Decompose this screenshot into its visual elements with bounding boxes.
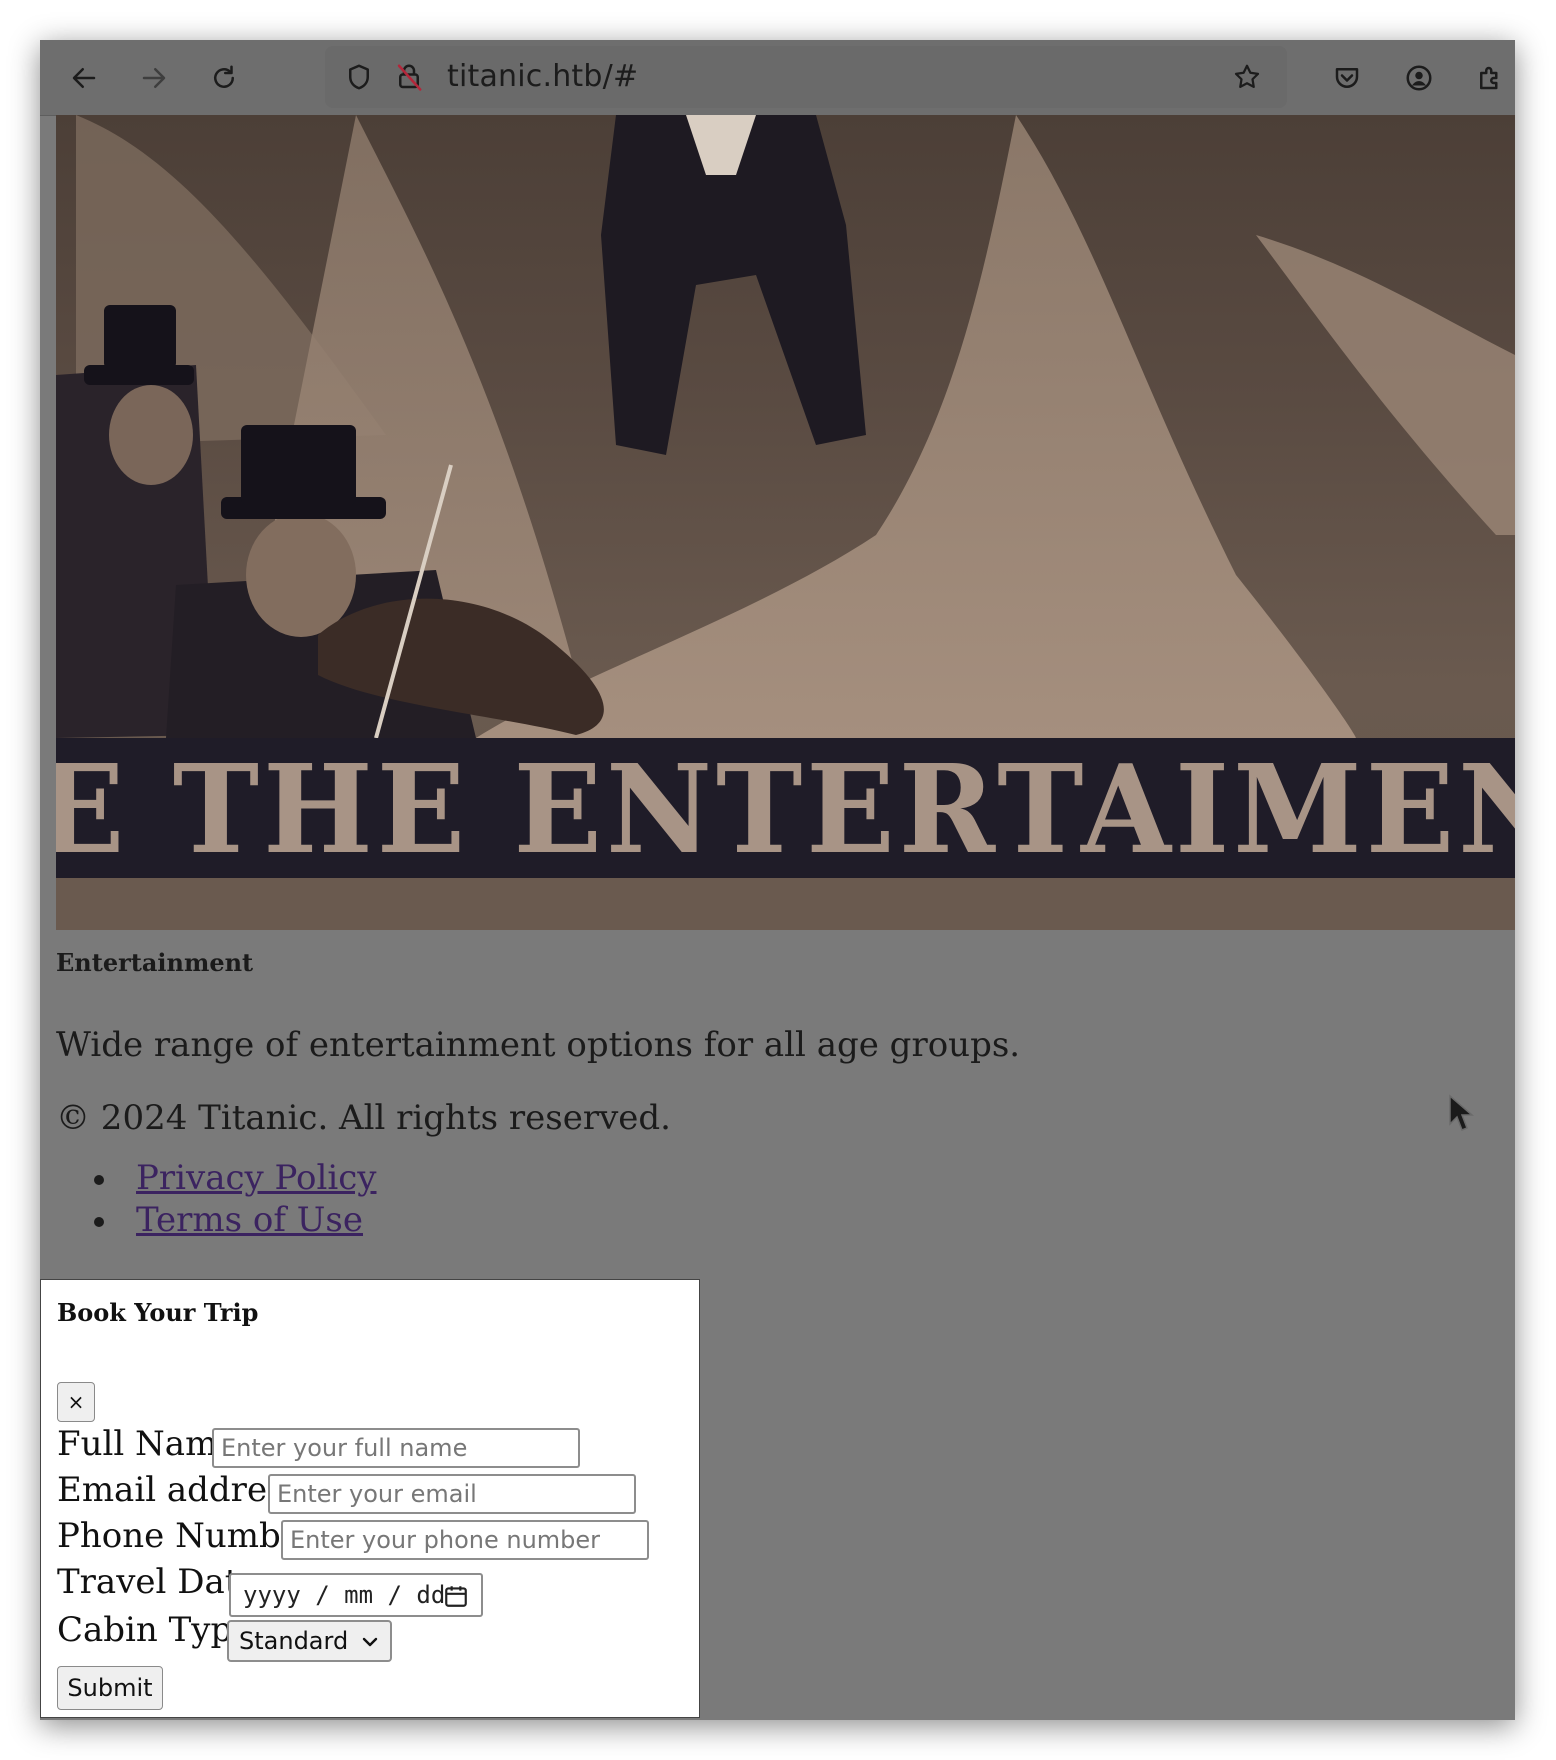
extensions-icon[interactable] xyxy=(1468,56,1512,100)
url-text[interactable]: titanic.htb/# xyxy=(447,59,638,94)
hero-illustration xyxy=(56,115,1515,738)
cabin-type-label: Cabin Type xyxy=(57,1610,253,1650)
footer-links: Privacy Policy Terms of Use xyxy=(94,1158,377,1242)
phone-label: Phone Number xyxy=(57,1516,318,1556)
hero-image: E THE ENTERTAIMENTIEN xyxy=(56,115,1515,930)
pocket-icon[interactable] xyxy=(1325,56,1369,100)
reload-icon[interactable] xyxy=(202,56,246,100)
close-button[interactable]: × xyxy=(57,1382,95,1422)
phone-input[interactable] xyxy=(281,1520,649,1560)
bookmark-star-icon[interactable] xyxy=(1225,55,1269,99)
calendar-icon[interactable] xyxy=(443,1583,469,1609)
footer-link-item: Terms of Use xyxy=(94,1200,377,1242)
shield-icon[interactable] xyxy=(337,55,381,99)
section-description: Wide range of entertainment options for … xyxy=(56,1025,1021,1065)
hero-bottom-strip xyxy=(56,878,1515,930)
full-name-input[interactable] xyxy=(212,1428,580,1468)
travel-date-input[interactable]: yyyy / mm / dd xyxy=(229,1573,483,1617)
section-heading: Entertainment xyxy=(56,948,254,977)
full-name-label: Full Name xyxy=(57,1424,238,1464)
travel-date-placeholder: yyyy / mm / dd xyxy=(243,1581,446,1609)
forward-arrow-icon[interactable] xyxy=(132,56,176,100)
chevron-down-icon xyxy=(362,1637,378,1647)
cabin-type-value: Standard xyxy=(239,1627,349,1655)
browser-window: titanic.htb/# THE ENTERTAIME Entertainme… xyxy=(40,40,1515,1720)
email-label: Email address xyxy=(57,1470,302,1510)
modal-title: Book Your Trip xyxy=(57,1298,259,1327)
address-bar[interactable]: titanic.htb/# xyxy=(325,46,1287,108)
back-arrow-icon[interactable] xyxy=(62,56,106,100)
mouse-cursor-icon xyxy=(1449,1094,1474,1131)
footer-link-item: Privacy Policy xyxy=(94,1158,377,1200)
booking-modal: Book Your Trip × Full Name Email address… xyxy=(40,1279,700,1718)
account-icon[interactable] xyxy=(1397,56,1441,100)
submit-button[interactable]: Submit xyxy=(57,1666,163,1710)
hero-banner-text: E THE ENTERTAIMENTIEN xyxy=(56,738,1515,878)
terms-of-use-link[interactable]: Terms of Use xyxy=(136,1200,363,1240)
insecure-lock-icon[interactable] xyxy=(387,55,431,99)
privacy-policy-link[interactable]: Privacy Policy xyxy=(136,1158,377,1198)
email-input[interactable] xyxy=(268,1474,636,1514)
copyright-text: © 2024 Titanic. All rights reserved. xyxy=(56,1098,671,1138)
browser-toolbar: titanic.htb/# xyxy=(40,40,1515,116)
hero-banner: E THE ENTERTAIMENTIEN xyxy=(56,738,1515,878)
cabin-type-select[interactable]: Standard xyxy=(227,1620,392,1662)
